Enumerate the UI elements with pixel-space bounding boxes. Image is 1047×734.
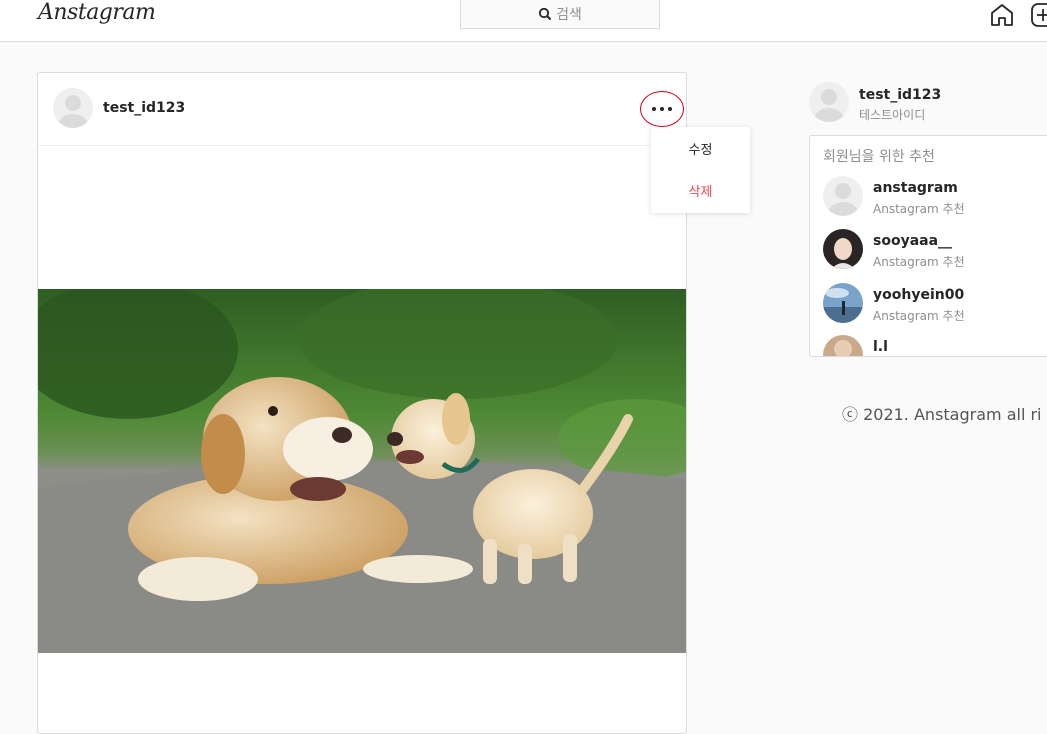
- suggestion-username[interactable]: yoohyein00: [873, 287, 964, 303]
- profile-photo-icon: [823, 283, 863, 323]
- home-icon[interactable]: [989, 2, 1015, 28]
- search-input[interactable]: 검색: [460, 0, 660, 29]
- instagram-logo[interactable]: Anstagram: [38, 0, 156, 25]
- current-user-avatar[interactable]: [809, 82, 849, 122]
- current-user-username[interactable]: test_id123: [859, 87, 941, 103]
- suggestion-username[interactable]: anstagram: [873, 180, 958, 196]
- suggestion-subtitle: Anstagram 추천: [873, 255, 965, 269]
- default-avatar-icon: [53, 88, 93, 128]
- more-options-button[interactable]: [640, 91, 684, 127]
- suggestion-subtitle: Anstagram 추천: [873, 309, 965, 323]
- suggestion-avatar[interactable]: [823, 335, 863, 356]
- post-image[interactable]: [38, 289, 686, 653]
- more-options-icon: [652, 107, 656, 111]
- profile-photo-icon: [823, 335, 863, 356]
- default-avatar-icon: [809, 82, 849, 122]
- suggestion-avatar[interactable]: [823, 176, 863, 216]
- top-navigation: Anstagram 검색: [0, 0, 1047, 42]
- more-options-dot: [660, 107, 664, 111]
- post-author-username[interactable]: test_id123: [103, 100, 185, 116]
- suggestion-item[interactable]: l.l: [823, 335, 1047, 356]
- suggestions-title: 회원님을 위한 추천: [823, 149, 935, 165]
- dog-photo: [38, 289, 686, 653]
- new-post-icon[interactable]: [1030, 2, 1047, 28]
- suggestion-username[interactable]: l.l: [873, 339, 888, 355]
- profile-photo-icon: [823, 229, 863, 269]
- suggestion-avatar[interactable]: [823, 283, 863, 323]
- edit-post-menu-item[interactable]: 수정: [651, 139, 750, 158]
- current-user-name: 테스트아이디: [859, 108, 926, 122]
- copyright-footer: ⓒ 2021. Anstagram all ri: [842, 405, 1042, 424]
- more-options-dot: [668, 107, 672, 111]
- feed-post: test_id123: [37, 72, 687, 734]
- suggestion-avatar[interactable]: [823, 229, 863, 269]
- post-author-avatar[interactable]: [53, 88, 93, 128]
- suggestion-subtitle: Anstagram 추천: [873, 202, 965, 216]
- delete-post-menu-item[interactable]: 삭제: [651, 181, 750, 200]
- default-avatar-icon: [823, 176, 863, 216]
- search-icon: [539, 7, 552, 21]
- suggestion-item[interactable]: anstagram Anstagram 추천: [823, 176, 1047, 220]
- suggestion-item[interactable]: sooyaaa__ Anstagram 추천: [823, 229, 1047, 273]
- suggestions-panel: 회원님을 위한 추천 anstagram Anstagram 추천 sooyaa…: [809, 135, 1047, 357]
- suggestion-username[interactable]: sooyaaa__: [873, 233, 952, 249]
- search-placeholder: 검색: [556, 7, 582, 23]
- suggestion-item[interactable]: yoohyein00 Anstagram 추천: [823, 283, 1047, 327]
- post-header: test_id123: [38, 73, 686, 146]
- post-options-menu: 수정 삭제: [651, 127, 750, 213]
